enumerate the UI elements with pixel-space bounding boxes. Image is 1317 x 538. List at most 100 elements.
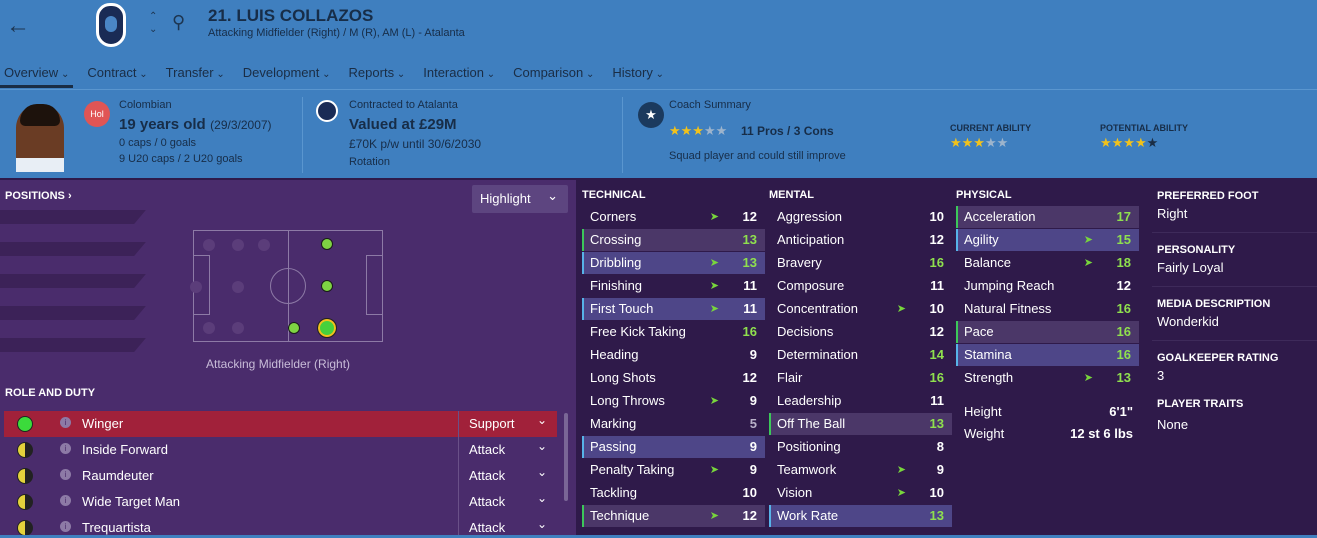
attribute-row[interactable]: Technique ➤ 12 bbox=[582, 505, 765, 527]
attribute-label: Pace bbox=[964, 324, 994, 339]
potential-ability-stars: ★★★★★ bbox=[1100, 135, 1159, 150]
attribute-row[interactable]: Work Rate 13 bbox=[769, 505, 952, 527]
current-ability-label: CURRENT ABILITY bbox=[950, 123, 1032, 133]
tab-overview[interactable]: Overview bbox=[0, 62, 74, 88]
attribute-row[interactable]: Determination 14 bbox=[769, 344, 952, 366]
attribute-label: Stamina bbox=[964, 347, 1012, 362]
attribute-row[interactable]: Concentration ➤ 10 bbox=[769, 298, 952, 320]
contract-club[interactable]: Contracted to Atalanta bbox=[349, 99, 458, 111]
attribute-row[interactable]: Corners ➤ 12 bbox=[582, 206, 765, 228]
media-description-value: Wonderkid bbox=[1157, 314, 1219, 329]
info-icon[interactable]: i bbox=[60, 521, 71, 532]
nationality[interactable]: Colombian bbox=[119, 99, 172, 111]
duty-dropdown[interactable]: Support bbox=[458, 411, 557, 437]
decor-stripe bbox=[0, 306, 146, 320]
role-row[interactable]: i Wide Target Man Attack bbox=[4, 489, 557, 515]
duty-dropdown[interactable]: Attack bbox=[458, 437, 557, 463]
attribute-row[interactable]: Penalty Taking ➤ 9 bbox=[582, 459, 765, 481]
attribute-row[interactable]: Composure 11 bbox=[769, 275, 952, 297]
attribute-row[interactable]: Jumping Reach 12 bbox=[956, 275, 1139, 297]
role-suitability-icon bbox=[17, 494, 33, 510]
role-row[interactable]: i Inside Forward Attack bbox=[4, 437, 557, 463]
attribute-row[interactable]: Off The Ball 13 bbox=[769, 413, 952, 435]
attribute-label: Agility bbox=[964, 232, 999, 247]
divider bbox=[0, 89, 1317, 90]
player-header: ← ⌃ ⌄ ⚲ 21. LUIS COLLAZOS Attacking Midfi… bbox=[0, 0, 1317, 178]
role-row[interactable]: i Raumdeuter Attack bbox=[4, 463, 557, 489]
attribute-value: 13 bbox=[742, 255, 757, 270]
tab-development[interactable]: Development bbox=[239, 62, 335, 88]
attribute-label: Composure bbox=[777, 278, 845, 293]
positions-header[interactable]: POSITIONS › bbox=[5, 190, 72, 202]
attribute-row[interactable]: Passing 9 bbox=[582, 436, 765, 458]
attribute-row[interactable]: Bravery 16 bbox=[769, 252, 952, 274]
info-icon[interactable]: i bbox=[60, 417, 71, 428]
search-icon[interactable]: ⚲ bbox=[172, 12, 185, 33]
role-list-scrollbar[interactable] bbox=[564, 413, 568, 501]
attribute-label: Aggression bbox=[777, 209, 843, 224]
age: 19 years old bbox=[119, 116, 206, 133]
center-circle bbox=[270, 268, 306, 304]
tab-interaction[interactable]: Interaction bbox=[419, 62, 499, 88]
trend-up-arrow-icon: ➤ bbox=[1083, 257, 1093, 269]
star-badge-icon: ★ bbox=[638, 102, 664, 128]
attribute-label: Crossing bbox=[590, 232, 642, 247]
attribute-label: Free Kick Taking bbox=[590, 324, 686, 339]
attribute-row[interactable]: Strength ➤ 13 bbox=[956, 367, 1139, 389]
attribute-row[interactable]: First Touch ➤ 11 bbox=[582, 298, 765, 320]
attribute-label: Long Shots bbox=[590, 370, 656, 385]
decor-stripe bbox=[0, 338, 146, 352]
attribute-label: Technique bbox=[590, 508, 650, 523]
pros-cons[interactable]: 11 Pros / 3 Cons bbox=[741, 124, 834, 138]
club-badge-icon[interactable] bbox=[316, 100, 338, 122]
attribute-row[interactable]: Decisions 12 bbox=[769, 321, 952, 343]
info-icon[interactable]: i bbox=[60, 469, 71, 480]
attribute-row[interactable]: Heading 9 bbox=[582, 344, 765, 366]
back-arrow-icon[interactable]: ← bbox=[6, 12, 30, 40]
prev-next-player-icon[interactable]: ⌃ ⌄ bbox=[149, 10, 157, 36]
club-crest-icon[interactable] bbox=[96, 3, 126, 47]
info-icon[interactable]: i bbox=[60, 495, 71, 506]
info-icon[interactable]: i bbox=[60, 443, 71, 454]
attribute-value: 10 bbox=[929, 301, 944, 316]
attribute-row[interactable]: Free Kick Taking 16 bbox=[582, 321, 765, 343]
attribute-row[interactable]: Balance ➤ 18 bbox=[956, 252, 1139, 274]
trend-up-arrow-icon: ➤ bbox=[709, 510, 719, 522]
attribute-row[interactable]: Crossing 13 bbox=[582, 229, 765, 251]
attribute-row[interactable]: Long Throws ➤ 9 bbox=[582, 390, 765, 412]
tab-history[interactable]: History bbox=[608, 62, 668, 88]
attribute-row[interactable]: Marking 5 bbox=[582, 413, 765, 435]
highlight-dropdown[interactable]: Highlight ⌄ bbox=[472, 185, 568, 213]
attribute-row[interactable]: Anticipation 12 bbox=[769, 229, 952, 251]
duty-dropdown[interactable]: Attack bbox=[458, 463, 557, 489]
attribute-row[interactable]: Aggression 10 bbox=[769, 206, 952, 228]
height-value: 6'1" bbox=[1109, 404, 1133, 419]
attribute-row[interactable]: Dribbling ➤ 13 bbox=[582, 252, 765, 274]
attribute-row[interactable]: Positioning 8 bbox=[769, 436, 952, 458]
attribute-row[interactable]: Pace 16 bbox=[956, 321, 1139, 343]
attribute-row[interactable]: Natural Fitness 16 bbox=[956, 298, 1139, 320]
tab-reports[interactable]: Reports bbox=[345, 62, 410, 88]
nationality-badge-icon[interactable]: Hol bbox=[84, 101, 110, 127]
tab-transfer[interactable]: Transfer bbox=[162, 62, 229, 88]
tab-contract[interactable]: Contract bbox=[83, 62, 151, 88]
attribute-value: 12 bbox=[929, 324, 944, 339]
position-dot bbox=[258, 239, 270, 251]
attribute-row[interactable]: Agility ➤ 15 bbox=[956, 229, 1139, 251]
attribute-label: Determination bbox=[777, 347, 858, 362]
attribute-row[interactable]: Leadership 11 bbox=[769, 390, 952, 412]
attribute-row[interactable]: Acceleration 17 bbox=[956, 206, 1139, 228]
attribute-row[interactable]: Tackling 10 bbox=[582, 482, 765, 504]
attribute-label: Anticipation bbox=[777, 232, 845, 247]
position-dot bbox=[232, 281, 244, 293]
attribute-row[interactable]: Flair 16 bbox=[769, 367, 952, 389]
role-row[interactable]: i Winger Support bbox=[4, 411, 557, 437]
attribute-row[interactable]: Long Shots 12 bbox=[582, 367, 765, 389]
highlight-marker bbox=[956, 206, 958, 228]
attribute-row[interactable]: Vision ➤ 10 bbox=[769, 482, 952, 504]
tab-comparison[interactable]: Comparison bbox=[509, 62, 598, 88]
attribute-row[interactable]: Teamwork ➤ 9 bbox=[769, 459, 952, 481]
attribute-row[interactable]: Finishing ➤ 11 bbox=[582, 275, 765, 297]
attribute-row[interactable]: Stamina 16 bbox=[956, 344, 1139, 366]
duty-dropdown[interactable]: Attack bbox=[458, 489, 557, 515]
